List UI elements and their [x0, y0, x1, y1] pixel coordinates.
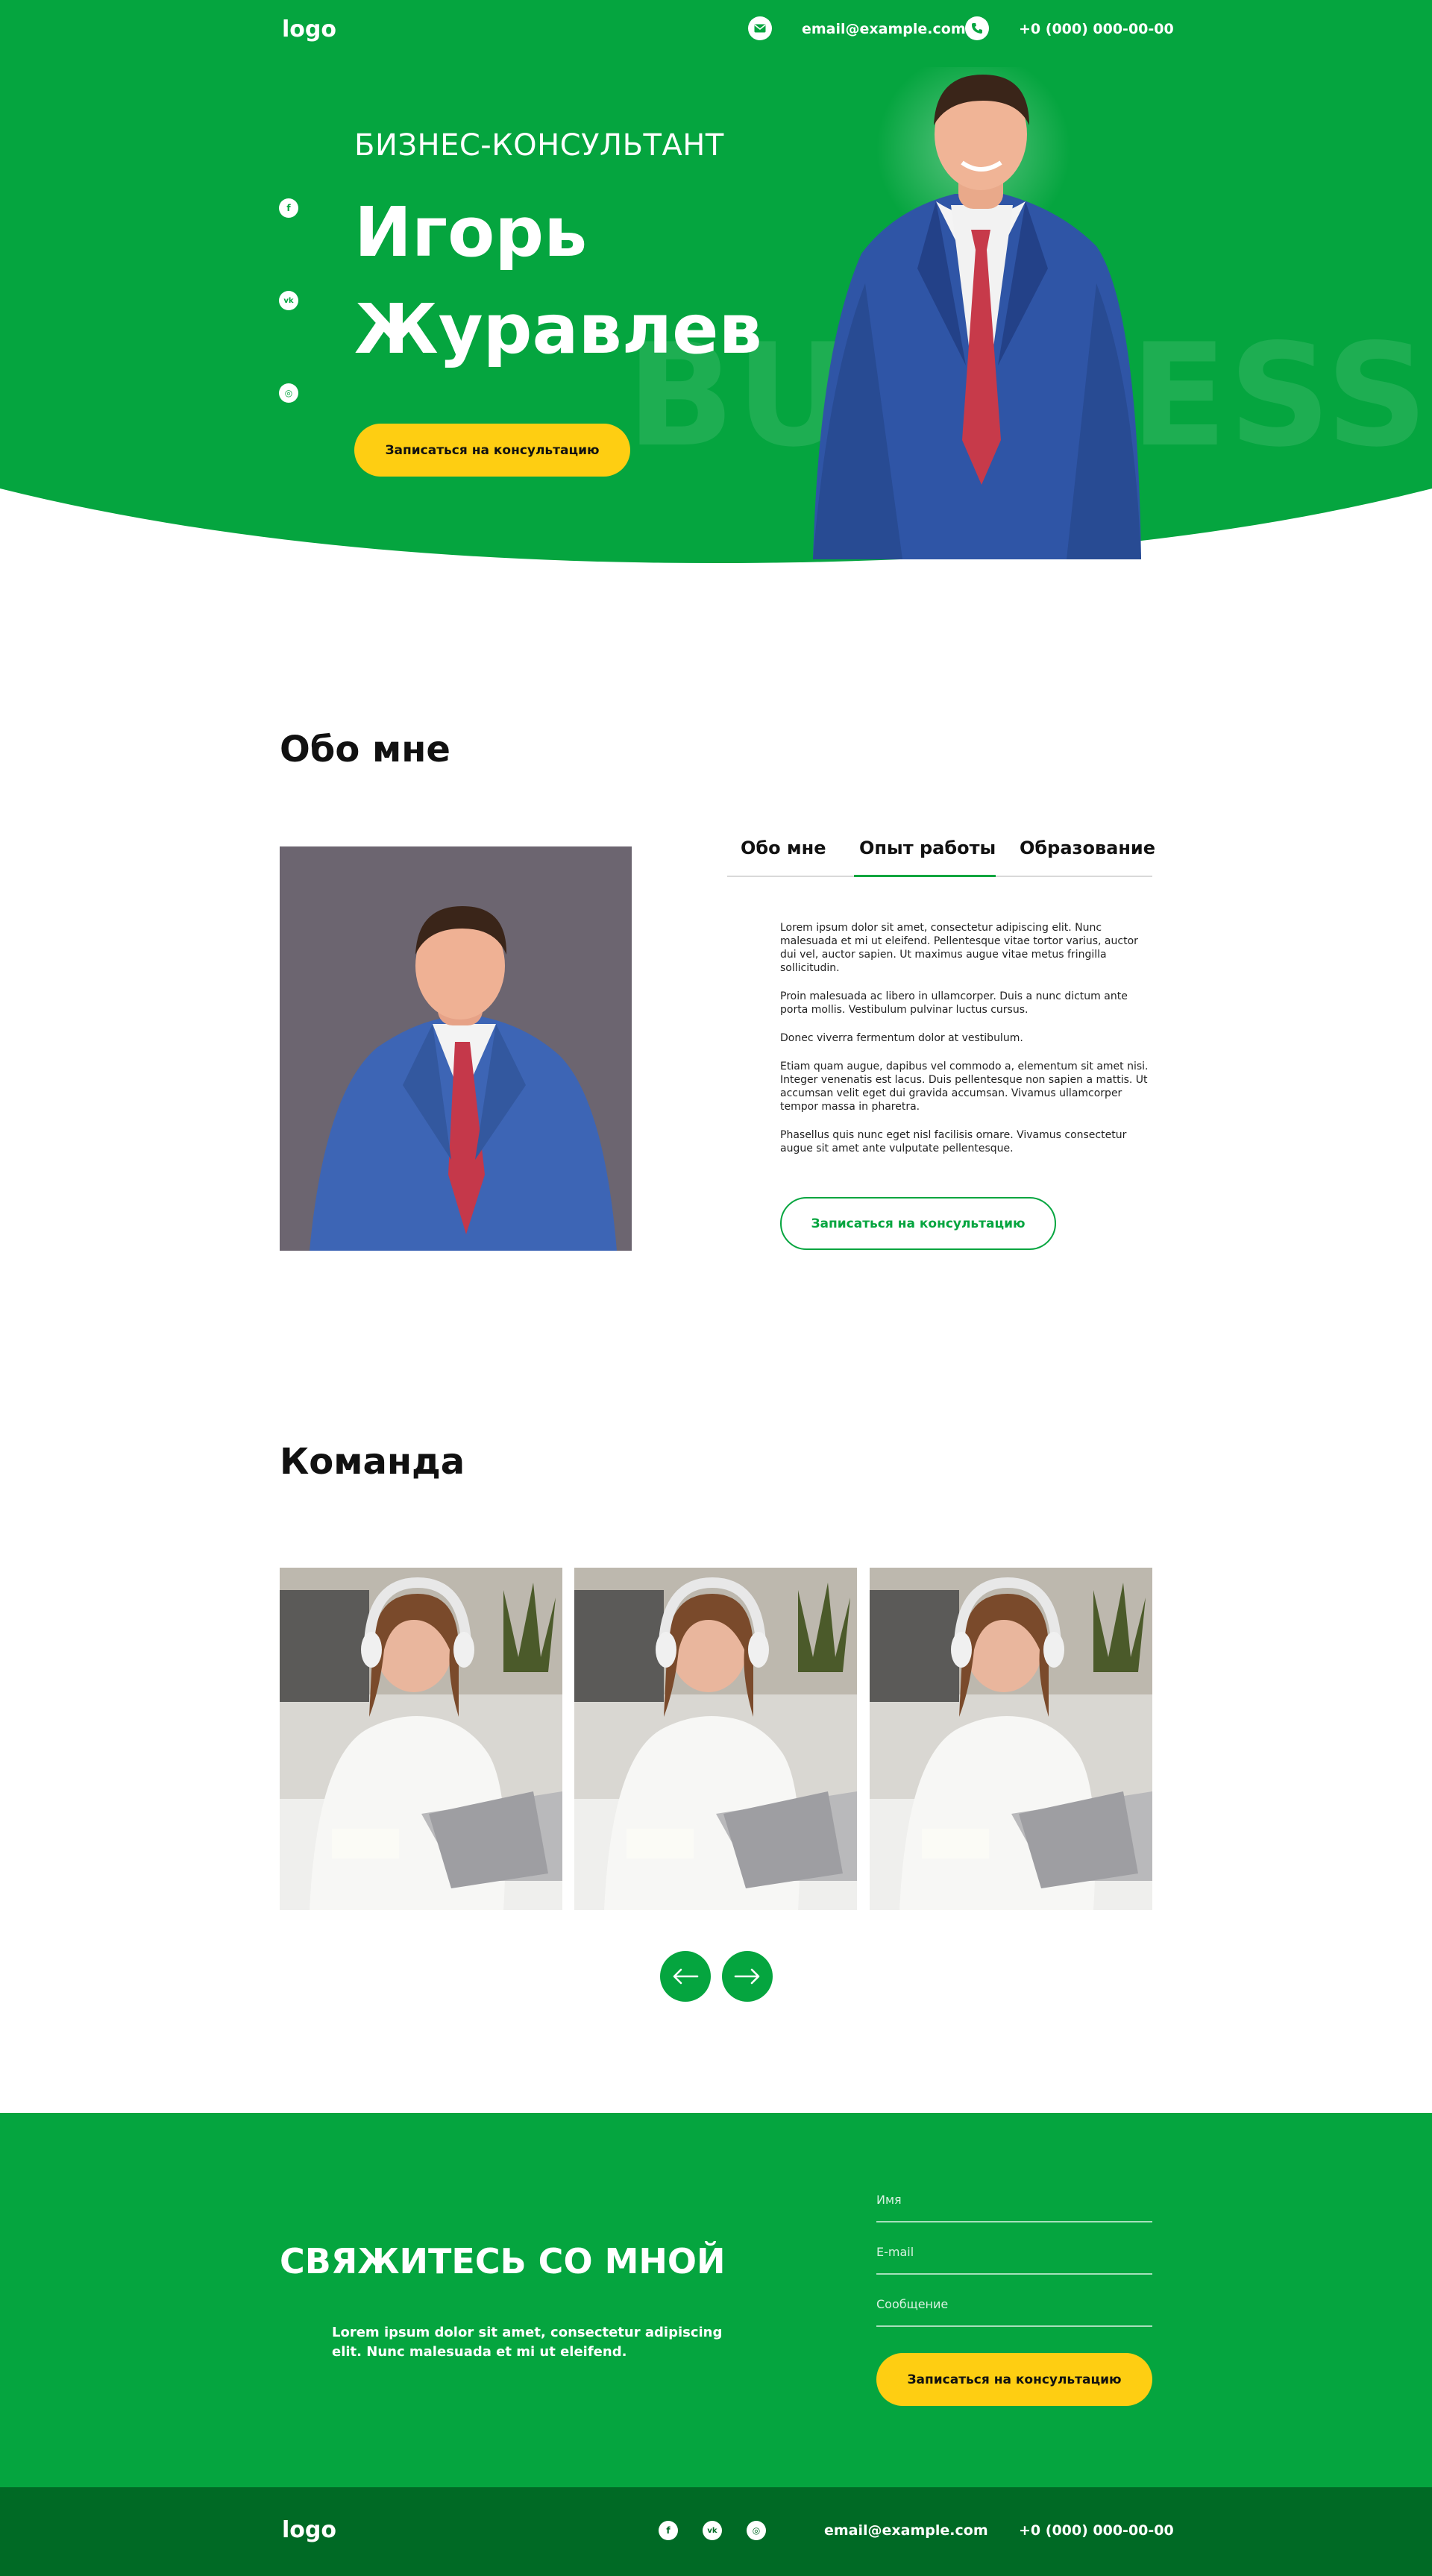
- email-field[interactable]: E-mail: [876, 2245, 1152, 2275]
- email-placeholder: E-mail: [876, 2245, 914, 2259]
- about-photo: [280, 846, 632, 1251]
- footer: logo f vk ◎ email@example.com +0 (000) 0…: [0, 2487, 1432, 2576]
- contact-section: СВЯЖИТЕСЬ СО МНОЙ Lorem ipsum dolor sit …: [0, 2113, 1432, 2487]
- team-photo: [574, 1568, 857, 1910]
- carousel-prev-button[interactable]: [660, 1951, 711, 2002]
- header-logo[interactable]: logo: [282, 16, 336, 43]
- tab-education[interactable]: Образование: [1020, 838, 1155, 858]
- tab-active-indicator: [854, 875, 996, 877]
- hero-subtitle: БИЗНЕС-КОНСУЛЬТАНТ: [354, 128, 724, 163]
- envelope-icon: [748, 16, 772, 40]
- hero-first-name: Игорь: [354, 192, 588, 272]
- team-card[interactable]: [574, 1568, 857, 1910]
- arrow-left-icon: [673, 1968, 699, 1985]
- about-text: Lorem ipsum dolor sit amet, consectetur …: [780, 921, 1152, 1170]
- message-field[interactable]: Сообщение: [876, 2297, 1152, 2327]
- hero-cta-button[interactable]: Записаться на консультацию: [354, 424, 630, 477]
- contact-title: СВЯЖИТЕСЬ СО МНОЙ: [280, 2241, 726, 2281]
- team-photo: [280, 1568, 562, 1910]
- team-card[interactable]: [280, 1568, 562, 1910]
- team-photo: [870, 1568, 1152, 1910]
- instagram-icon[interactable]: ◎: [747, 2521, 766, 2540]
- about-paragraph: Donec viverra fermentum dolor at vestibu…: [780, 1032, 1023, 1044]
- contact-text: Lorem ipsum dolor sit amet, consectetur …: [332, 2325, 723, 2360]
- footer-email[interactable]: email@example.com: [824, 2522, 988, 2539]
- hero-last-name: Журавлев: [354, 289, 762, 369]
- about-paragraph: Proin malesuada ac libero in ullamcorper…: [780, 990, 1128, 1016]
- hero-portrait: [813, 67, 1141, 559]
- hero-section: BUSINESS logo email@example.com +0 (000)…: [0, 0, 1432, 567]
- vk-icon[interactable]: vk: [279, 291, 298, 310]
- name-field[interactable]: Имя: [876, 2193, 1152, 2222]
- name-placeholder: Имя: [876, 2193, 902, 2207]
- tab-experience[interactable]: Опыт работы: [859, 838, 996, 858]
- arrow-right-icon: [734, 1968, 760, 1985]
- about-title: Обо мне: [280, 729, 450, 770]
- team-card[interactable]: [870, 1568, 1152, 1910]
- about-paragraph: Etiam quam augue, dapibus vel commodo a,…: [780, 1061, 1149, 1113]
- footer-logo[interactable]: logo: [282, 2517, 336, 2543]
- about-cta-button[interactable]: Записаться на консультацию: [780, 1197, 1056, 1250]
- about-paragraph: Phasellus quis nunc eget nisl facilisis …: [780, 1129, 1127, 1155]
- tab-about[interactable]: Обо мне: [741, 838, 826, 858]
- vk-icon[interactable]: vk: [703, 2521, 722, 2540]
- instagram-icon[interactable]: ◎: [279, 383, 298, 403]
- footer-phone[interactable]: +0 (000) 000-00-00: [1019, 2522, 1174, 2539]
- phone-icon: [965, 16, 989, 40]
- contact-submit-button[interactable]: Записаться на консультацию: [876, 2353, 1152, 2406]
- about-paragraph: Lorem ipsum dolor sit amet, consectetur …: [780, 922, 1138, 974]
- facebook-icon[interactable]: f: [279, 198, 298, 218]
- message-placeholder: Сообщение: [876, 2297, 949, 2311]
- facebook-icon[interactable]: f: [659, 2521, 678, 2540]
- header-email[interactable]: email@example.com: [802, 21, 966, 37]
- team-title: Команда: [280, 1441, 465, 1483]
- header-phone[interactable]: +0 (000) 000-00-00: [1019, 21, 1174, 37]
- carousel-next-button[interactable]: [722, 1951, 773, 2002]
